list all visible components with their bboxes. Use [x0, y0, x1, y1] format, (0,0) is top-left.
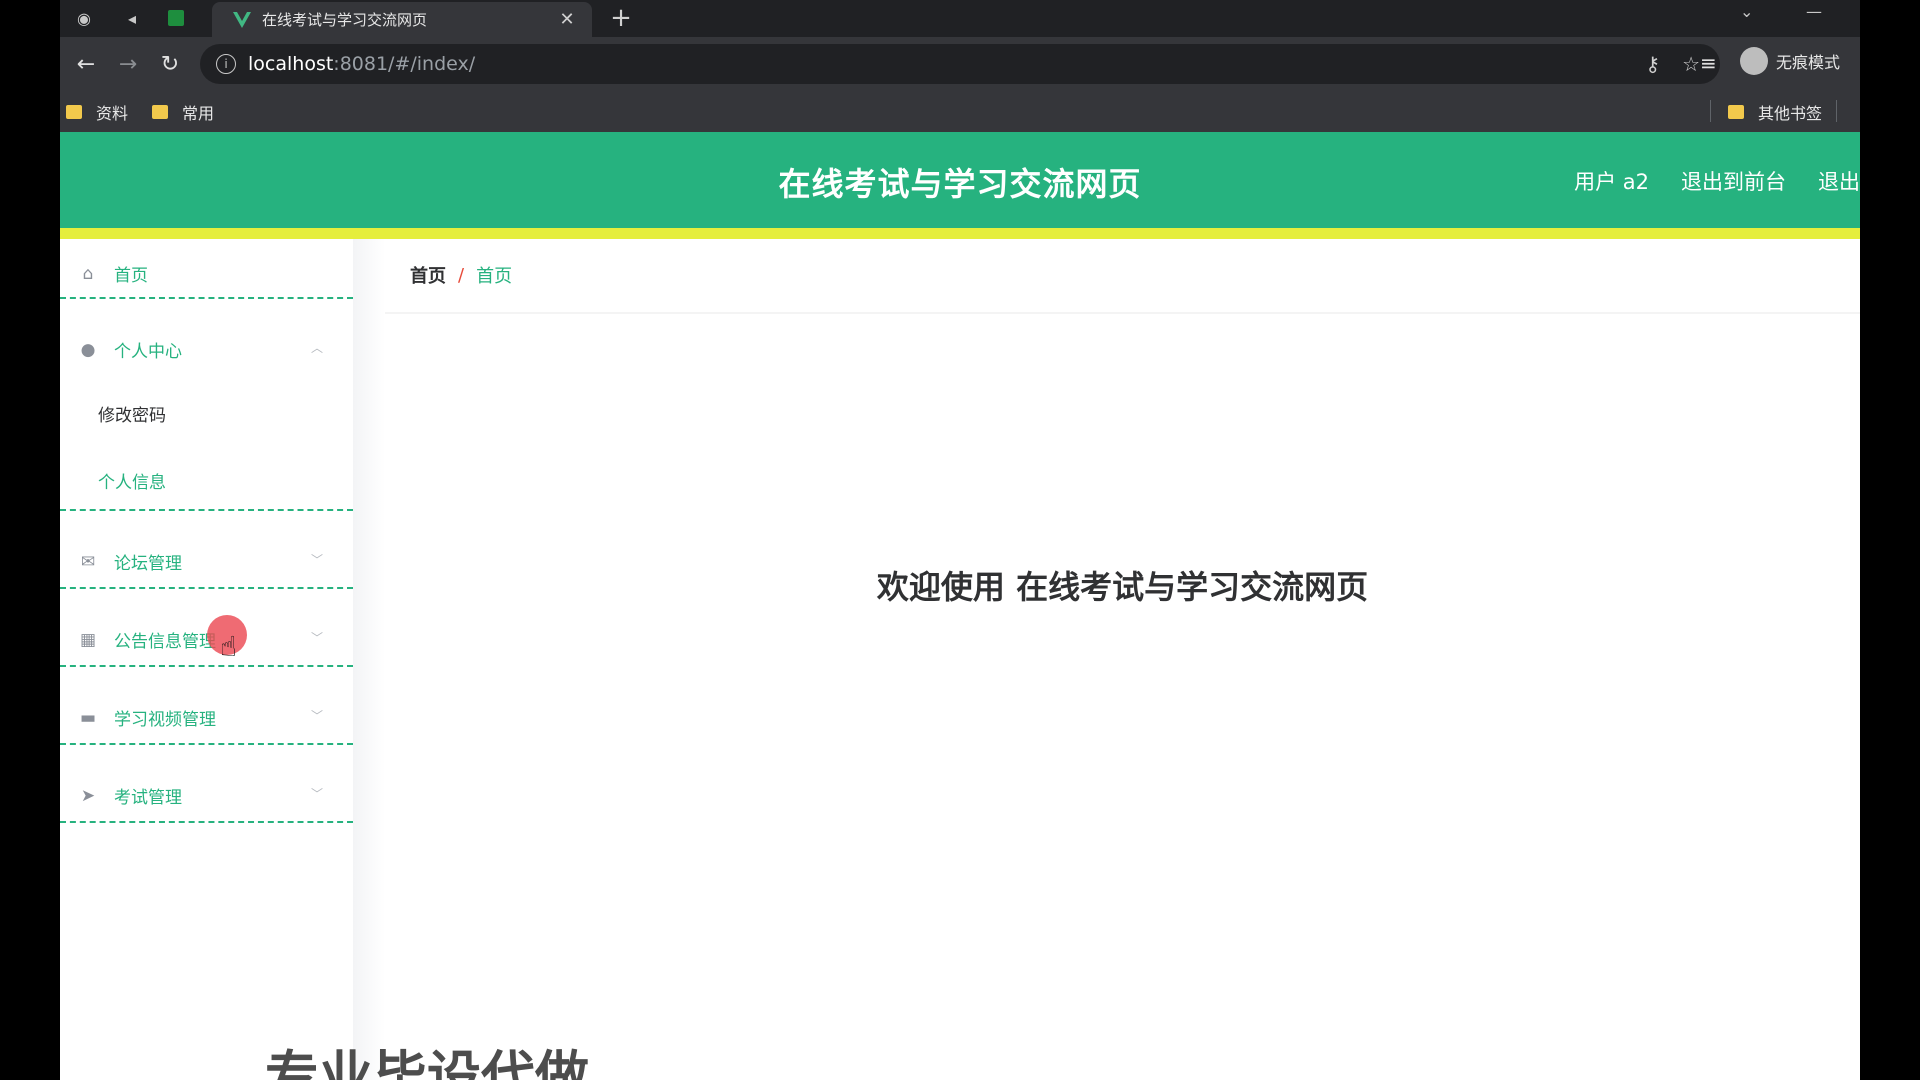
web-page: 在线考试与学习交流网页 用户 a2 退出到前台 退出 ⌂ 首页 ● 个人中心 ︿ 修… [60, 132, 1860, 1080]
folder-icon [152, 105, 168, 119]
key-icon[interactable]: ⚷ [1645, 52, 1660, 76]
address-bar-icons: ⚷ ☆ [1645, 52, 1700, 76]
chevron-down-icon: ﹀ [310, 631, 323, 645]
active-tab[interactable]: 在线考试与学习交流网页 ✕ [212, 2, 592, 37]
tab-list-icon[interactable]: ⌄ [1740, 2, 1753, 21]
menu-divider [60, 297, 353, 299]
chevron-down-icon: ﹀ [310, 709, 323, 723]
mute-icon[interactable]: ◂ [116, 4, 148, 32]
back-icon[interactable]: ← [70, 49, 102, 79]
sidebar-item-home[interactable]: ⌂ 首页 [60, 239, 353, 316]
user-label: 用户 a2 [1574, 170, 1649, 194]
breadcrumb-divider [385, 312, 1860, 314]
incognito-label: 无痕模式 [1776, 53, 1841, 72]
address-bar[interactable]: i localhost:8081/#/index/ ⚷ ☆ [200, 44, 1720, 84]
send-icon: ➤ [80, 785, 96, 806]
sidebar-shadow [353, 239, 385, 1080]
mail-icon: ✉ [80, 551, 96, 572]
sidebar-item-exam[interactable]: ➤ 考试管理 ﹀ [60, 761, 353, 838]
menu-divider [60, 587, 353, 589]
tab-title: 在线考试与学习交流网页 [262, 11, 428, 29]
briefcase-icon: ▬ [79, 707, 97, 728]
header-stripe [60, 228, 1860, 239]
sidebar-subitem-change-password[interactable]: 修改密码 [98, 401, 166, 426]
sidebar-subitem-personal-info[interactable]: 个人信息 [98, 468, 166, 493]
user-icon: ● [80, 339, 96, 360]
browser-chrome: ◉ ◂ 在线考试与学习交流网页 ✕ + ⌄ — ← → ↻ i localhos… [60, 0, 1860, 132]
to-front-link[interactable]: 退出到前台 [1681, 166, 1786, 196]
folder-icon [66, 105, 82, 119]
url-text: localhost:8081/#/index/ [248, 53, 476, 75]
sidebar-item-video[interactable]: ▬ 学习视频管理 ﹀ [60, 683, 353, 760]
site-info-icon[interactable]: i [216, 54, 236, 74]
breadcrumb-current: 首页 [476, 266, 513, 287]
bookmark-folder-other[interactable]: 其他书签 [1728, 100, 1822, 124]
breadcrumb: 首页 / 首页 [410, 262, 512, 288]
bookmark-star-icon[interactable]: ☆ [1682, 52, 1700, 76]
reload-icon[interactable]: ↻ [154, 49, 186, 79]
breadcrumb-separator: / [458, 264, 465, 286]
tab-bar: ◉ ◂ 在线考试与学习交流网页 ✕ + ⌄ — [60, 0, 1860, 37]
breadcrumb-home[interactable]: 首页 [410, 262, 446, 288]
home-icon: ⌂ [82, 263, 94, 284]
reading-list-icon[interactable]: ≡ [1700, 51, 1717, 75]
chevron-down-icon: ﹀ [310, 787, 323, 801]
browser-toolbar: ← → ↻ i localhost:8081/#/index/ ⚷ ☆ ≡ 无痕… [60, 37, 1860, 90]
incognito-icon [1740, 47, 1768, 75]
welcome-message: 欢迎使用 在线考试与学习交流网页 [876, 568, 1369, 606]
sidebar-item-forum[interactable]: ✉ 论坛管理 ﹀ [60, 527, 353, 604]
minimize-icon[interactable]: — [1806, 2, 1822, 21]
logout-link[interactable]: 退出 [1818, 166, 1860, 196]
browser-menu-icon[interactable]: ◉ [68, 4, 100, 32]
hand-cursor-icon: ☝ [220, 630, 238, 663]
sidebar-item-personal-center[interactable]: ● 个人中心 ︿ [60, 315, 353, 392]
grid-icon: ▦ [79, 629, 97, 650]
menu-divider [60, 743, 353, 745]
menu-divider [60, 665, 353, 667]
menu-divider [60, 509, 353, 511]
pinned-tab-icon[interactable] [160, 4, 192, 32]
chevron-down-icon: ﹀ [310, 553, 323, 567]
watermark-text: 专业毕设代做 [265, 1045, 589, 1080]
chevron-up-icon: ︿ [310, 341, 323, 355]
sidebar-item-notice[interactable]: ▦ 公告信息管理 ﹀ [60, 605, 353, 682]
bookmark-folder-changyong[interactable]: 常用 [152, 100, 214, 124]
tab-close-icon[interactable]: ✕ [552, 9, 582, 30]
menu-divider [60, 821, 353, 823]
header-links: 用户 a2 退出到前台 退出 [1574, 166, 1860, 196]
folder-icon [1728, 105, 1744, 119]
forward-icon[interactable]: → [112, 49, 144, 79]
bookmarks-divider [1836, 100, 1837, 122]
bookmark-folder-ziliao[interactable]: 资料 [66, 100, 128, 124]
bookmarks-divider [1710, 100, 1711, 122]
vue-favicon-icon [233, 11, 251, 28]
new-tab-button[interactable]: + [604, 2, 638, 34]
sidebar: ⌂ 首页 ● 个人中心 ︿ 修改密码 个人信息 ✉ 论坛管理 ﹀ ▦ 公告信息管理 ﹀ … [60, 239, 353, 1080]
incognito-profile[interactable]: 无痕模式 [1740, 47, 1840, 75]
site-header: 在线考试与学习交流网页 用户 a2 退出到前台 退出 [60, 132, 1860, 228]
bookmarks-bar: 资料 常用 其他书签 [60, 90, 1860, 132]
